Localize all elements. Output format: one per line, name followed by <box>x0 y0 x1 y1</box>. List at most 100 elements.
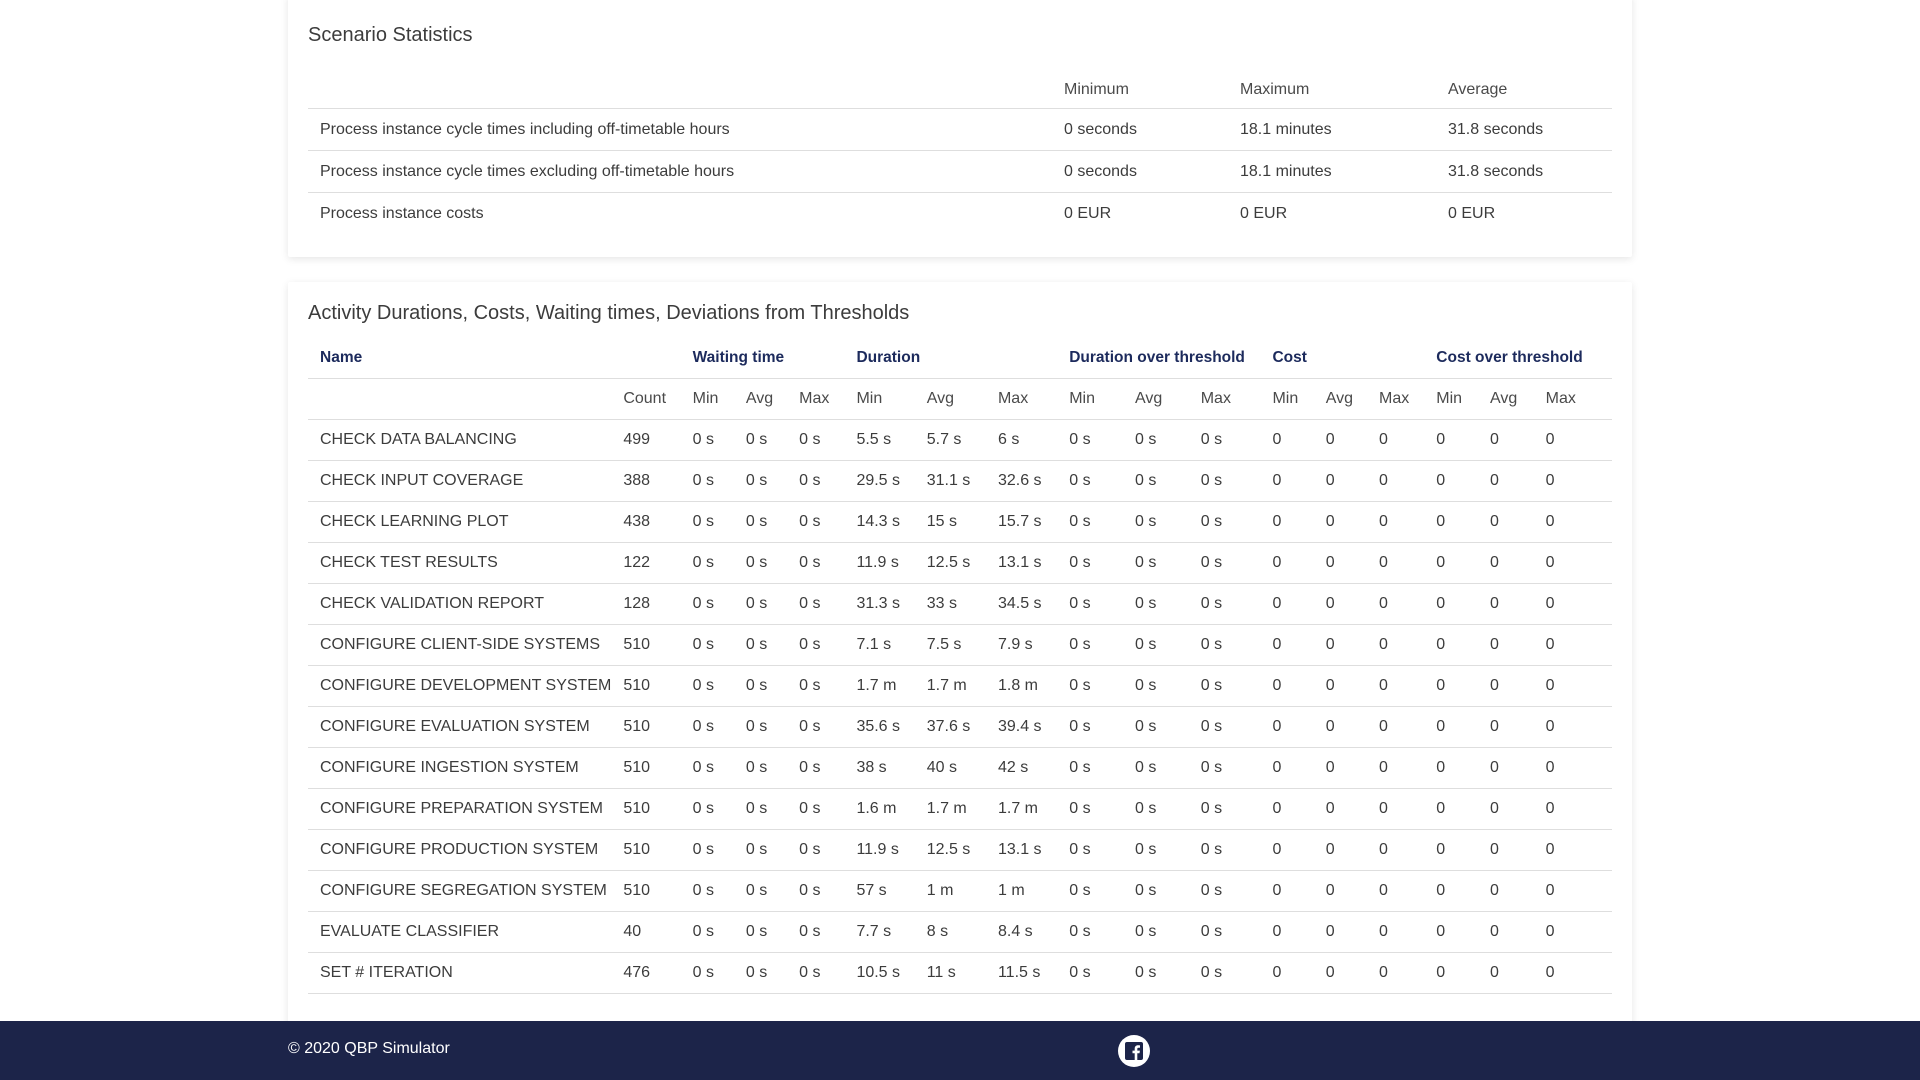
activity-value: 510 <box>611 788 681 830</box>
activity-value: 1.7 m <box>914 788 986 830</box>
sub-header-row: Count Min Avg Max Min Avg Max Min Avg Max Min Avg Ma… <box>308 378 1612 420</box>
activity-value: 0 s <box>1122 665 1189 707</box>
activity-value: 0 <box>1260 419 1314 461</box>
activity-value: 0 <box>1260 501 1314 543</box>
activity-value: 0 s <box>787 542 845 584</box>
activity-value: 510 <box>611 870 681 912</box>
activity-name: CONFIGURE EVALUATION SYSTEM <box>308 706 612 748</box>
activity-value: 0 <box>1367 583 1425 625</box>
activity-value: 0 s <box>1122 706 1189 748</box>
activity-value: 0 <box>1533 583 1612 625</box>
group-header-row: Name Waiting time Duration Duration over… <box>308 338 1612 379</box>
activity-value: 13.1 s <box>985 829 1058 871</box>
activity-value: 0 s <box>680 747 734 789</box>
sub-header-cell: Min <box>1424 378 1478 420</box>
activity-value: 0 s <box>1122 419 1189 461</box>
activity-value: 12.5 s <box>914 829 986 871</box>
activity-value: 0 s <box>680 583 734 625</box>
activity-value: 0 s <box>1188 542 1261 584</box>
activity-value: 7.7 s <box>844 911 915 953</box>
activity-value: 0 <box>1367 829 1425 871</box>
activity-value: 0 <box>1367 501 1425 543</box>
activity-value: 0 <box>1424 624 1478 666</box>
activity-value: 0 s <box>1057 788 1123 830</box>
activity-value: 13.1 s <box>985 542 1058 584</box>
activity-value: 0 <box>1260 911 1314 953</box>
activity-value: 33 s <box>914 583 986 625</box>
metric-value: 0 EUR <box>1436 192 1612 234</box>
activity-value: 0 <box>1424 460 1478 502</box>
activity-value: 0 <box>1477 747 1534 789</box>
activity-value: 0 <box>1367 747 1425 789</box>
sub-header-cell: Avg <box>733 378 788 420</box>
activity-value: 0 <box>1424 706 1478 748</box>
copyright-text: © 2020 QBP Simulator <box>288 1040 450 1057</box>
activity-value: 0 s <box>787 419 845 461</box>
table-row: Process instance cycle times including o… <box>308 108 1612 151</box>
activity-value: 1 m <box>914 870 986 912</box>
activity-value: 0 <box>1533 542 1612 584</box>
table-row: CONFIGURE DEVELOPMENT SYSTEM 510 0 s0 s0 s… <box>308 665 1612 707</box>
activity-value: 0 s <box>733 542 788 584</box>
activity-value: 0 s <box>1188 747 1261 789</box>
table-row: CHECK TEST RESULTS 122 0 s0 s0 s 11.9 s 12.5… <box>308 542 1612 584</box>
activity-value: 0 <box>1260 706 1314 748</box>
activity-value: 0 s <box>1057 747 1123 789</box>
activity-value: 37.6 s <box>914 706 986 748</box>
activity-value: 0 <box>1367 460 1425 502</box>
activity-value: 0 <box>1424 419 1478 461</box>
activity-value: 0 s <box>787 460 845 502</box>
activity-value: 0 s <box>733 870 788 912</box>
activity-value: 0 s <box>1188 501 1261 543</box>
activity-value: 0 s <box>1057 419 1123 461</box>
activity-value: 11.9 s <box>844 542 915 584</box>
activity-value: 0 <box>1367 788 1425 830</box>
activity-value: 0 <box>1260 460 1314 502</box>
activity-value: 40 <box>611 911 681 953</box>
activity-value: 0 s <box>1188 624 1261 666</box>
activity-value: 0 <box>1313 788 1368 830</box>
activity-value: 39.4 s <box>985 706 1058 748</box>
activity-value: 6 s <box>985 419 1058 461</box>
activity-value: 438 <box>611 501 681 543</box>
activity-value: 0 s <box>1188 952 1261 994</box>
activity-value: 0 s <box>1188 665 1261 707</box>
activity-value: 0 s <box>680 952 734 994</box>
activity-value: 0 <box>1533 665 1612 707</box>
activity-value: 0 s <box>733 624 788 666</box>
table-row: Process instance cycle times excluding o… <box>308 150 1612 193</box>
activity-value: 0 s <box>1057 542 1123 584</box>
activity-value: 0 s <box>733 747 788 789</box>
activity-value: 7.5 s <box>914 624 986 666</box>
activity-value: 0 s <box>1122 788 1189 830</box>
activity-value: 0 s <box>1057 829 1123 871</box>
activity-value: 0 <box>1477 911 1534 953</box>
facebook-icon[interactable] <box>1118 1035 1150 1067</box>
activity-value: 42 s <box>985 747 1058 789</box>
metric-value: 0 EUR <box>1052 192 1228 234</box>
sub-header-cell: Min <box>1260 378 1314 420</box>
activity-value: 0 s <box>680 788 734 830</box>
activity-value: 0 s <box>1188 829 1261 871</box>
activity-value: 0 <box>1477 706 1534 748</box>
activity-value: 11 s <box>914 952 986 994</box>
activity-value: 0 s <box>733 911 788 953</box>
activity-value: 40 s <box>914 747 986 789</box>
activity-value: 0 <box>1477 419 1534 461</box>
activity-value: 1.6 m <box>844 788 915 830</box>
activity-value: 0 <box>1313 419 1368 461</box>
activity-value: 31.3 s <box>844 583 915 625</box>
activity-value: 0 <box>1477 460 1534 502</box>
activity-value: 1.7 m <box>985 788 1058 830</box>
sub-header-cell: Avg <box>1313 378 1368 420</box>
sub-header-cell <box>308 378 612 420</box>
activity-value: 0 <box>1424 583 1478 625</box>
group-header-name: Name <box>320 349 363 366</box>
table-row: CONFIGURE CLIENT-SIDE SYSTEMS 510 0 s0 s0 … <box>308 624 1612 666</box>
activity-value: 0 <box>1313 501 1368 543</box>
activity-value: 0 s <box>733 419 788 461</box>
metric-label: Process instance cycle times including o… <box>308 108 1052 151</box>
activity-value: 0 s <box>1057 624 1123 666</box>
activity-value: 0 s <box>1188 419 1261 461</box>
table-row: CONFIGURE PREPARATION SYSTEM 510 0 s0 s0 s… <box>308 788 1612 830</box>
